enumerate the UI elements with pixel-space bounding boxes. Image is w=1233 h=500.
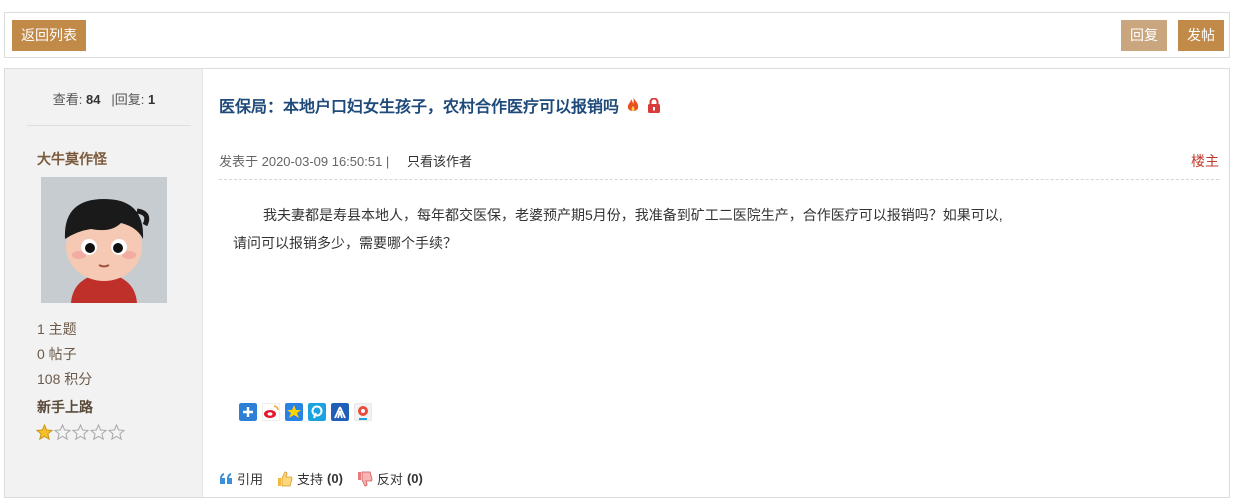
- post-main: 医保局：本地户口妇女生孩子，农村合作医疗可以报销吗 发表于 2020-03-09…: [219, 69, 1219, 497]
- views-count: 84: [86, 92, 101, 107]
- quote-button[interactable]: 引用: [219, 469, 263, 488]
- support-count: (0): [327, 471, 343, 486]
- only-author-link[interactable]: 只看该作者: [407, 154, 472, 169]
- sidebar-divider: [27, 125, 191, 126]
- oppose-label: 反对: [376, 472, 403, 487]
- star-empty-icon: [108, 424, 125, 441]
- post-title: 医保局：本地户口妇女生孩子，农村合作医疗可以报销吗: [219, 99, 620, 116]
- post-actions: 引用 支持 (0) 反对 (0): [219, 469, 423, 488]
- weibo-icon[interactable]: [262, 403, 280, 421]
- lock-icon: [648, 97, 661, 113]
- star-empty-icon: [72, 424, 89, 441]
- floor-label: 楼主: [1191, 153, 1219, 169]
- oppose-button[interactable]: 反对 (0): [357, 469, 423, 488]
- avatar[interactable]: [41, 177, 167, 303]
- support-label: 支持: [297, 472, 324, 487]
- post-content-line1: 我夫妻都是寿县本地人，每年都交医保，老婆预产期5月份，我准备到矿工二医院生产，合…: [263, 207, 1003, 223]
- post-meta: 发表于 2020-03-09 16:50:51 | 只看该作者: [219, 151, 472, 170]
- author-sidebar: 查看: 84 |回复: 1 大牛莫作怪 1 主题 0 帖子 108 积分 新手上…: [5, 69, 203, 497]
- post-content: 我夫妻都是寿县本地人，每年都交医保，老婆预产期5月份，我准备到矿工二医院生产，合…: [233, 201, 1073, 257]
- author-posts[interactable]: 0 帖子: [37, 344, 77, 364]
- qzone-icon[interactable]: [285, 403, 303, 421]
- new-post-button[interactable]: 发帖: [1178, 20, 1224, 51]
- post-content-line2: 请问可以报销多少，需要哪个手续？: [233, 235, 457, 251]
- post-date: 发表于 2020-03-09 16:50:51 |: [219, 154, 390, 169]
- views-label: 查看:: [52, 92, 83, 107]
- rating-stars: [36, 424, 125, 441]
- cartoon-avatar-icon: [41, 177, 167, 303]
- support-button[interactable]: 支持 (0): [277, 469, 343, 488]
- top-toolbar: 返回列表 回复 发帖: [4, 12, 1230, 58]
- quote-label: 引用: [237, 472, 264, 487]
- author-points[interactable]: 108 积分: [37, 369, 92, 389]
- tencent-weibo-icon[interactable]: [308, 403, 326, 421]
- meta-divider: [219, 179, 1219, 180]
- quote-icon: [220, 472, 232, 484]
- thumbs-up-icon: [278, 471, 293, 486]
- renren-icon[interactable]: [331, 403, 349, 421]
- replies-count: 1: [147, 92, 156, 107]
- oppose-count: (0): [406, 471, 423, 486]
- star-empty-icon: [54, 424, 71, 441]
- reply-button[interactable]: 回复: [1121, 20, 1167, 51]
- post-title-row: 医保局：本地户口妇女生孩子，农村合作医疗可以报销吗: [219, 93, 661, 117]
- thread-stats: 查看: 84 |回复: 1: [5, 89, 203, 108]
- author-name[interactable]: 大牛莫作怪: [37, 149, 107, 169]
- author-level: 新手上路: [37, 399, 93, 415]
- star-empty-icon: [90, 424, 107, 441]
- back-to-list-button[interactable]: 返回列表: [12, 20, 86, 51]
- hot-fire-icon: [627, 97, 639, 111]
- share-bar: [239, 403, 372, 421]
- tencent-friend-icon[interactable]: [354, 403, 372, 421]
- replies-label: |回复:: [111, 92, 145, 107]
- post-container: 查看: 84 |回复: 1 大牛莫作怪 1 主题 0 帖子 108 积分 新手上…: [4, 68, 1230, 498]
- star-filled-icon: [36, 424, 53, 441]
- author-topics[interactable]: 1 主题: [37, 319, 77, 339]
- thumbs-down-icon: [357, 471, 373, 486]
- share-more-icon[interactable]: [239, 403, 257, 421]
